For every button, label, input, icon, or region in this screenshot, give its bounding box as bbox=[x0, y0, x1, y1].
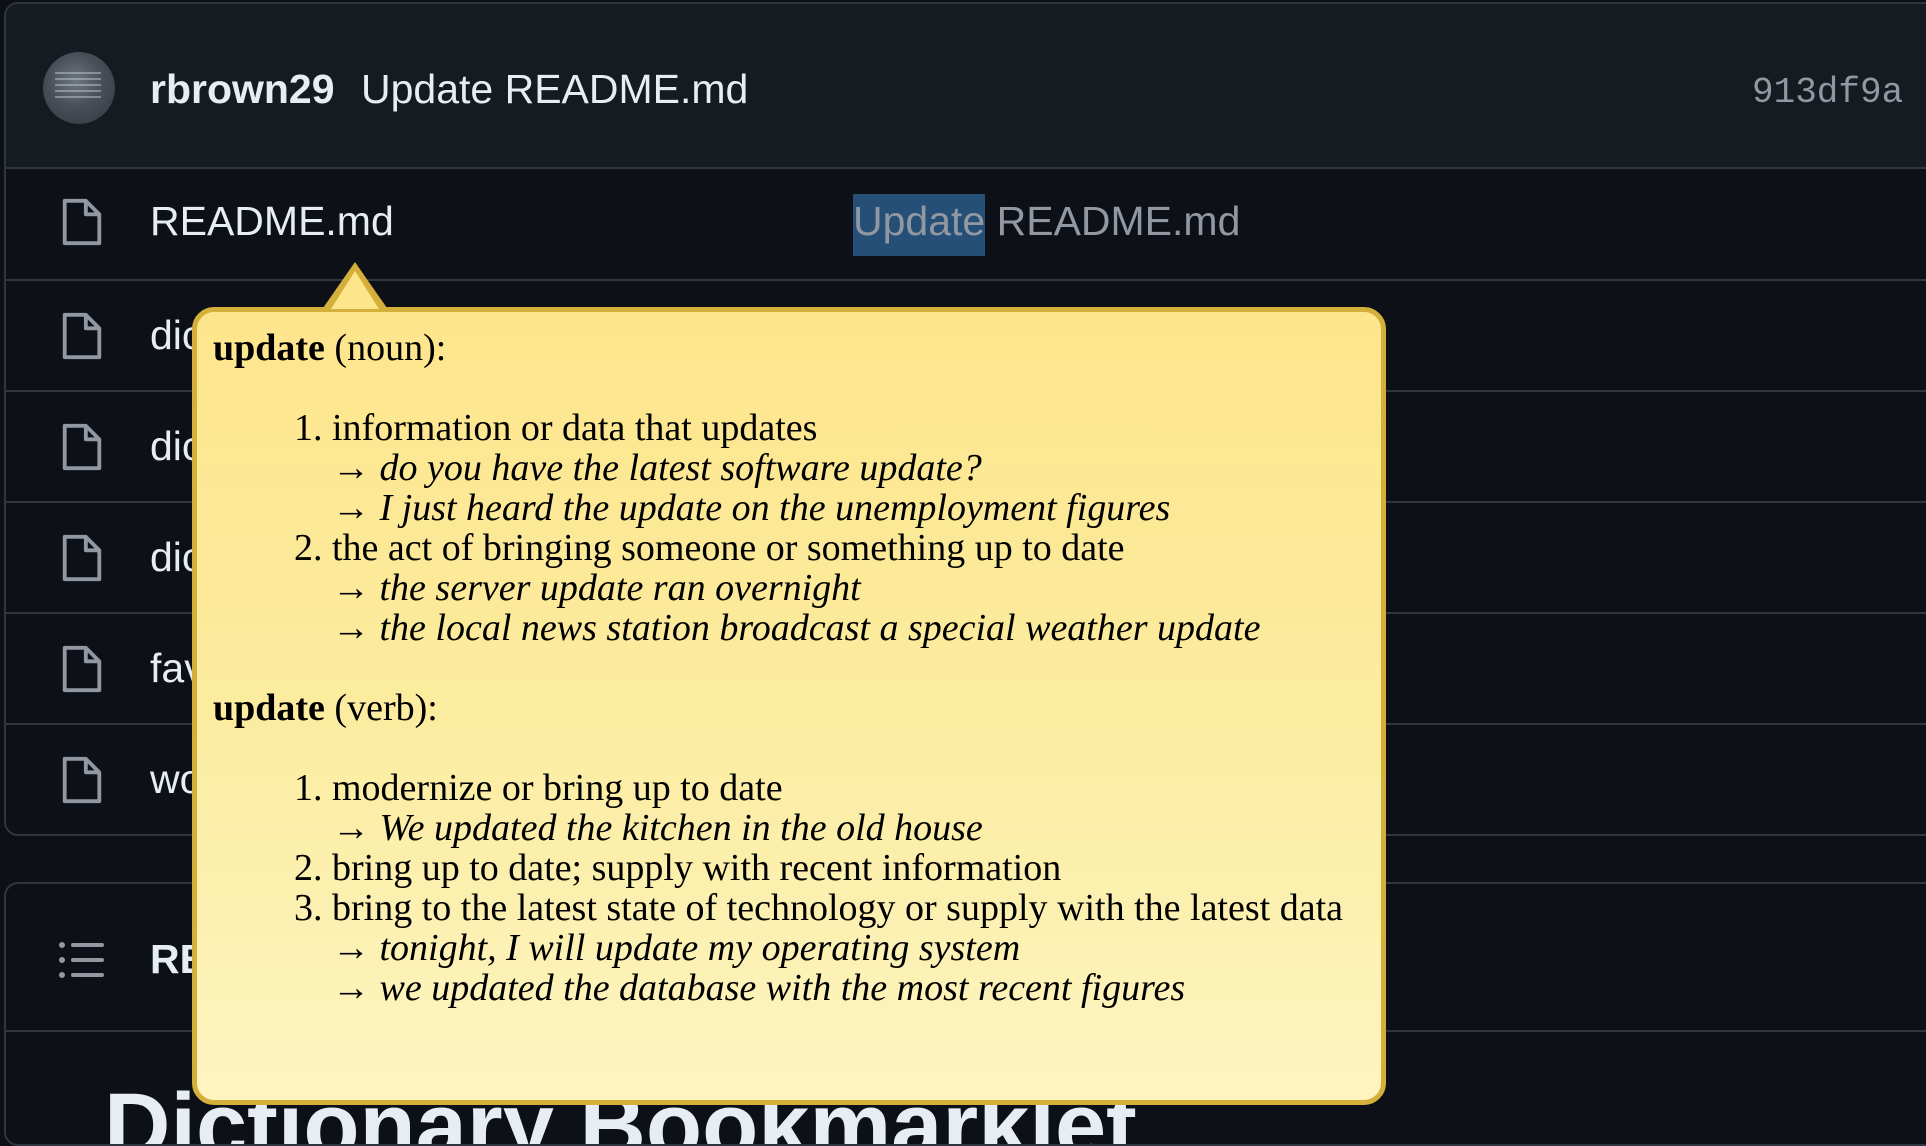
file-row[interactable]: README.md Update README.md bbox=[6, 167, 1926, 277]
popup-pointer-fill bbox=[331, 271, 379, 309]
author-avatar[interactable] bbox=[43, 52, 115, 124]
definition-item: information or data that updates → do yo… bbox=[332, 408, 1363, 528]
example: → the local news station broadcast a spe… bbox=[332, 607, 1261, 649]
example: → I just heard the update on the unemplo… bbox=[332, 487, 1171, 529]
popup-content: update (noun): information or data that … bbox=[213, 328, 1363, 1048]
definition-item: bring to the latest state of technology … bbox=[332, 888, 1363, 1008]
commit-author[interactable]: rbrown29 bbox=[150, 66, 335, 113]
file-icon bbox=[62, 423, 102, 471]
noun-heading: update (noun): bbox=[213, 327, 447, 369]
example: → the server update ran overnight bbox=[332, 567, 861, 609]
file-commit-message[interactable]: Update README.md bbox=[853, 194, 1240, 256]
definition-item: the act of bringing someone or something… bbox=[332, 528, 1363, 648]
file-name-link[interactable]: README.md bbox=[150, 198, 394, 245]
list-icon[interactable] bbox=[58, 939, 104, 981]
commit-message[interactable]: Update README.md bbox=[361, 66, 748, 113]
noun-definitions: information or data that updates → do yo… bbox=[213, 408, 1363, 648]
file-icon bbox=[62, 756, 102, 804]
selected-text: Update bbox=[853, 194, 986, 256]
verb-heading: update (verb): bbox=[213, 687, 438, 729]
example: → we updated the database with the most … bbox=[332, 967, 1186, 1009]
file-icon bbox=[62, 534, 102, 582]
file-icon bbox=[62, 198, 102, 246]
example: → tonight, I will update my operating sy… bbox=[332, 927, 1021, 969]
verb-definitions: modernize or bring up to date → We updat… bbox=[213, 768, 1363, 1008]
file-icon bbox=[62, 645, 102, 693]
latest-commit-bar: rbrown29 Update README.md 913df9a bbox=[6, 4, 1926, 169]
example: → We updated the kitchen in the old hous… bbox=[332, 807, 983, 849]
dictionary-popup: update (noun): information or data that … bbox=[192, 262, 1386, 1105]
file-icon bbox=[62, 312, 102, 360]
definition-item: modernize or bring up to date → We updat… bbox=[332, 768, 1363, 848]
commit-hash[interactable]: 913df9a bbox=[1752, 72, 1903, 113]
example: → do you have the latest software update… bbox=[332, 447, 982, 489]
definition-item: bring up to date; supply with recent inf… bbox=[332, 848, 1363, 888]
